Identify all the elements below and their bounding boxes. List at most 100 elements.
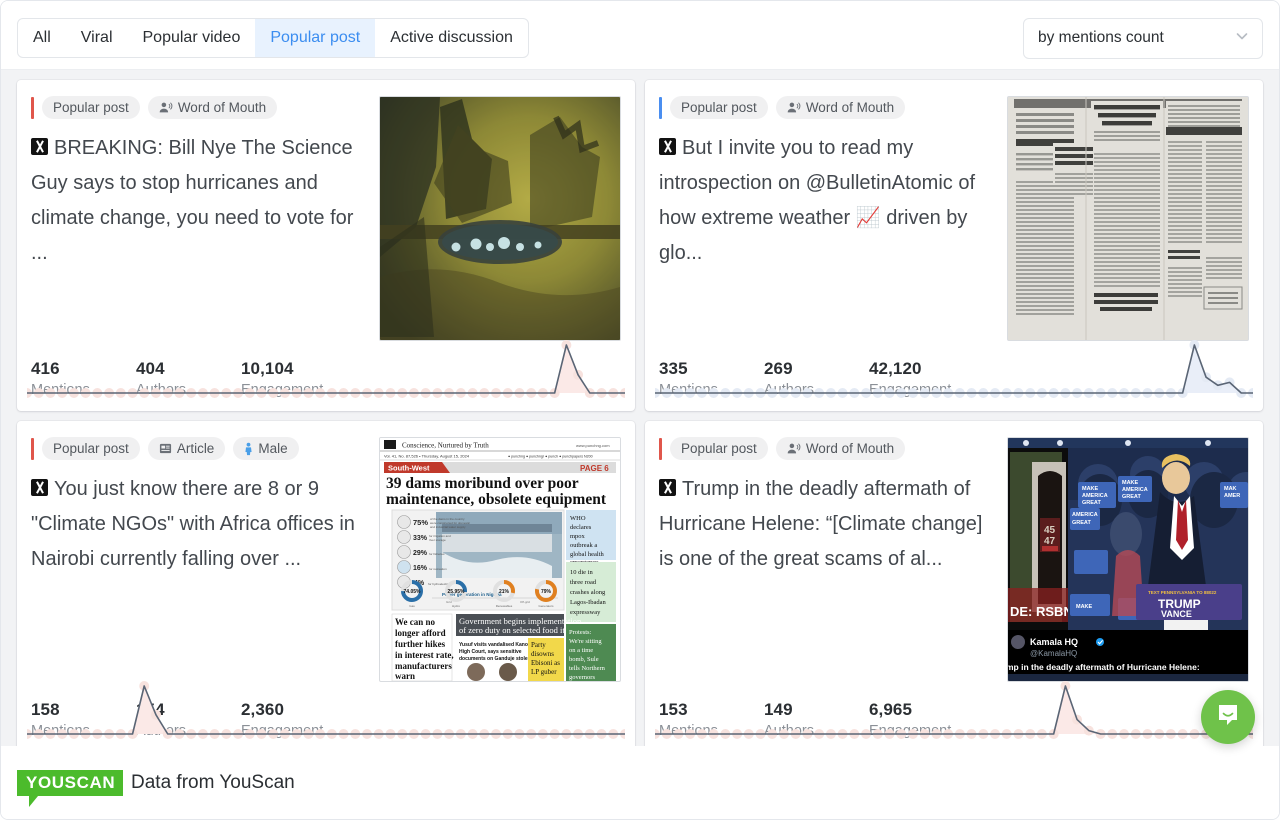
post-text-wrapper: BREAKING: Bill Nye The Science Guy says … bbox=[31, 131, 369, 271]
post-thumbnail[interactable]: Conscience, Nurtured by Truth www.punchn… bbox=[379, 437, 621, 682]
male-icon bbox=[244, 442, 253, 456]
word-of-mouth-icon bbox=[787, 101, 801, 114]
svg-text:tells Northern: tells Northern bbox=[569, 665, 606, 672]
chip-label: Popular post bbox=[53, 441, 129, 456]
svg-text:AMERICA: AMERICA bbox=[1122, 487, 1148, 493]
svg-text:47: 47 bbox=[1044, 536, 1056, 547]
svg-text:PAGE 6: PAGE 6 bbox=[580, 464, 609, 473]
sparkline-chart bbox=[27, 678, 625, 744]
svg-text:39 dams moribund over poor: 39 dams moribund over poor bbox=[386, 475, 579, 492]
sparkline-chart bbox=[655, 337, 1253, 403]
svg-text:74.05%: 74.05% bbox=[404, 589, 422, 595]
chip-label: Word of Mouth bbox=[177, 100, 267, 115]
tab-popular-video[interactable]: Popular video bbox=[128, 19, 256, 57]
svg-text:maintenance, obsolete equipmen: maintenance, obsolete equipment bbox=[386, 491, 607, 508]
post-card[interactable]: Popular post Article Male You just know … bbox=[17, 421, 635, 752]
post-card[interactable]: Popular post Word of bbox=[17, 80, 635, 411]
svg-text:Conscience, Nurtured by Truth: Conscience, Nurtured by Truth bbox=[402, 442, 489, 450]
tab-popular-post[interactable]: Popular post bbox=[255, 19, 376, 57]
chip-popular-post[interactable]: Popular post bbox=[670, 96, 768, 119]
accent-bar bbox=[659, 437, 662, 460]
svg-text:outbreak a: outbreak a bbox=[570, 542, 597, 549]
accent-bar bbox=[31, 437, 34, 460]
svg-text:WHO: WHO bbox=[570, 515, 586, 522]
post-text: You just know there are 8 or 9 "Climate … bbox=[31, 478, 355, 570]
svg-text:in interest rate,: in interest rate, bbox=[395, 650, 454, 660]
chip-popular-post[interactable]: Popular post bbox=[42, 437, 140, 460]
footer-caption: Data from YouScan bbox=[131, 771, 295, 793]
svg-text:of zero duty on selected food: of zero duty on selected food items bbox=[459, 625, 578, 635]
sort-select[interactable]: by mentions count bbox=[1023, 17, 1263, 59]
chip-article[interactable]: Article bbox=[147, 437, 226, 460]
svg-text:mpox: mpox bbox=[570, 533, 586, 540]
svg-text:river storage: river storage bbox=[429, 538, 446, 542]
youscan-popular-posts-widget: All Viral Popular video Popular post Act… bbox=[0, 0, 1280, 820]
svg-text:We can no: We can no bbox=[395, 617, 436, 627]
x-twitter-icon bbox=[31, 138, 48, 155]
svg-text:MAKE: MAKE bbox=[1076, 604, 1093, 610]
svg-text:bomb, Sule: bomb, Sule bbox=[569, 656, 599, 663]
card-chips: Popular post Word of Mouth bbox=[31, 96, 369, 119]
word-of-mouth-icon bbox=[787, 442, 801, 455]
sparkline-chart bbox=[27, 337, 625, 403]
chip-popular-post[interactable]: Popular post bbox=[42, 96, 140, 119]
tab-viral[interactable]: Viral bbox=[66, 19, 128, 57]
chip-word-of-mouth[interactable]: Word of Mouth bbox=[775, 96, 906, 119]
sort-select-value: by mentions count bbox=[1038, 29, 1164, 46]
post-card[interactable]: Popular post Word of bbox=[645, 80, 1263, 411]
svg-text:Protests:: Protests: bbox=[569, 629, 592, 636]
chip-popular-post[interactable]: Popular post bbox=[670, 437, 768, 460]
post-card-grid: Popular post Word of Mouth BREAKING: Bil… bbox=[1, 70, 1279, 752]
svg-text:for recreation: for recreation bbox=[429, 567, 447, 571]
chip-word-of-mouth[interactable]: Word of Mouth bbox=[775, 437, 906, 460]
post-thumbnail[interactable] bbox=[379, 96, 621, 341]
tab-all[interactable]: All bbox=[18, 19, 66, 57]
article-icon bbox=[159, 442, 172, 455]
svg-text:Party: Party bbox=[531, 641, 546, 649]
svg-text:crashes along: crashes along bbox=[570, 589, 606, 596]
chat-launcher-button[interactable] bbox=[1201, 690, 1255, 744]
svg-text:29%: 29% bbox=[413, 550, 428, 557]
footer: YOUSCAN Data from YouScan bbox=[1, 746, 1279, 819]
svg-text:High Court, says sensitive: High Court, says sensitive bbox=[459, 649, 522, 655]
svg-text:GREAT: GREAT bbox=[1082, 500, 1101, 506]
chip-label: Male bbox=[258, 441, 288, 456]
svg-text:MAK: MAK bbox=[1224, 486, 1237, 492]
word-of-mouth-icon bbox=[159, 101, 173, 114]
svg-text:Hydro: Hydro bbox=[452, 604, 460, 608]
chip-word-of-mouth[interactable]: Word of Mouth bbox=[147, 96, 278, 119]
accent-bar bbox=[31, 96, 34, 119]
post-text: BREAKING: Bill Nye The Science Guy says … bbox=[31, 137, 354, 264]
post-text-wrapper: Trump in the deadly aftermath of Hurrica… bbox=[659, 472, 997, 577]
svg-text:MAKE: MAKE bbox=[1082, 486, 1099, 492]
x-twitter-icon bbox=[659, 138, 676, 155]
svg-text:75%: 75% bbox=[413, 518, 428, 527]
svg-text:manufacturers: manufacturers bbox=[395, 661, 452, 671]
tab-active-discussion[interactable]: Active discussion bbox=[375, 19, 528, 57]
svg-text:three road: three road bbox=[570, 579, 597, 586]
svg-text:● punchng ● punchngr ● pun: ● punchng ● punchngr ● punch ● punchpape… bbox=[508, 455, 593, 459]
svg-text:Lagos-Ibadan: Lagos-Ibadan bbox=[570, 599, 606, 606]
youscan-logo: YOUSCAN bbox=[17, 769, 124, 807]
post-card[interactable]: Popular post Word of bbox=[645, 421, 1263, 752]
x-twitter-icon bbox=[659, 479, 676, 496]
post-thumbnail[interactable]: 45 47 DE: RSBN MAKE AMERICA GREAT MAKE A… bbox=[1007, 437, 1249, 682]
svg-text:Yusuf visits vandalised Kano: Yusuf visits vandalised Kano bbox=[459, 642, 528, 648]
post-text-wrapper: But I invite you to read my introspectio… bbox=[659, 131, 997, 271]
svg-text:Gas: Gas bbox=[409, 604, 415, 608]
chip-male[interactable]: Male bbox=[233, 437, 299, 460]
svg-text:GREAT: GREAT bbox=[1122, 494, 1141, 500]
x-twitter-icon bbox=[31, 479, 48, 496]
svg-text:disowns: disowns bbox=[531, 650, 554, 658]
youscan-logo-tail bbox=[29, 795, 38, 807]
chip-label: Article bbox=[176, 441, 215, 456]
svg-text:longer afford: longer afford bbox=[395, 628, 446, 638]
card-chips: Popular post Word of Mouth bbox=[659, 437, 997, 460]
svg-text:expressway: expressway bbox=[570, 609, 601, 616]
chip-label: Word of Mouth bbox=[805, 441, 895, 456]
svg-text:AMERICA: AMERICA bbox=[1072, 512, 1098, 518]
svg-text:VANCE: VANCE bbox=[1161, 609, 1192, 619]
post-thumbnail[interactable] bbox=[1007, 96, 1249, 341]
svg-text:documents on Ganduje stolen: documents on Ganduje stolen bbox=[459, 656, 531, 662]
filter-tabs[interactable]: All Viral Popular video Popular post Act… bbox=[17, 18, 529, 58]
